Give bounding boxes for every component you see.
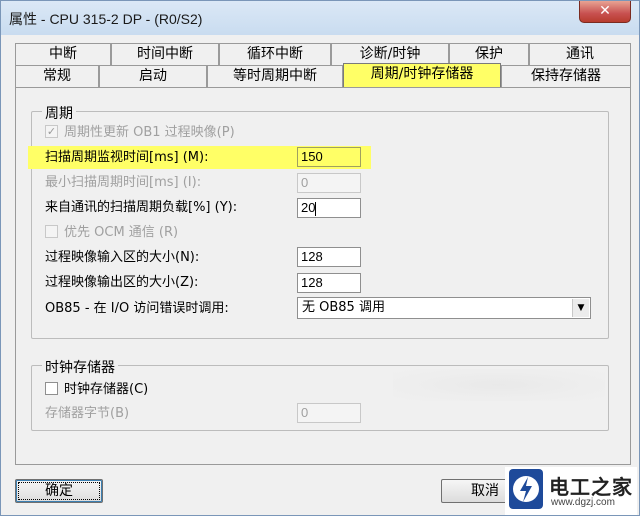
tab-cyclic-interrupts[interactable]: 循环中断: [219, 43, 331, 65]
memory-byte-input[interactable]: 0: [297, 403, 361, 423]
ob85-select[interactable]: 无 OB85 调用 ▼: [297, 297, 591, 319]
comm-load-value: 20: [301, 200, 316, 215]
clock-memory-label: 时钟存储器(C): [64, 382, 149, 397]
blurred-region: [393, 369, 605, 401]
window-title: 属性 - CPU 315-2 DP - (R0/S2): [9, 11, 203, 27]
clock-memory-checkbox[interactable]: [45, 382, 58, 395]
text-caret: [315, 201, 317, 216]
scan-monitor-label: 扫描周期监视时间[ms] (M):: [45, 150, 209, 165]
watermark-url: www.dgzj.com: [551, 497, 615, 508]
clock-memory-row: 时钟存储器(C): [45, 380, 148, 400]
lightning-icon: [509, 469, 543, 509]
ob85-selected-value: 无 OB85 调用: [302, 300, 385, 315]
tab-cycle-clock-memory[interactable]: 周期/时钟存储器: [343, 63, 501, 88]
min-scan-input[interactable]: 0: [297, 173, 361, 193]
ok-button[interactable]: 确定: [15, 479, 103, 503]
memory-byte-label: 存储器字节(B): [45, 406, 130, 421]
cycle-group-title: 周期: [42, 103, 76, 123]
tab-time-of-day-interrupts[interactable]: 时间中断: [111, 43, 219, 65]
priority-ocm-label: 优先 OCM 通信 (R): [64, 225, 179, 240]
tab-strip: 中断 时间中断 循环中断 诊断/时钟 保护 通讯 常规 启动 等时周期中断 周期…: [15, 43, 631, 91]
tab-interrupts[interactable]: 中断: [15, 43, 111, 65]
tab-diagnostics-clock[interactable]: 诊断/时钟: [331, 43, 449, 65]
comm-load-label: 来自通讯的扫描周期负载[%] (Y):: [45, 200, 238, 215]
pi-output-size-input[interactable]: 128: [297, 273, 361, 293]
close-button[interactable]: ✕: [579, 1, 631, 23]
pi-input-label: 过程映像输入区的大小(N):: [45, 250, 200, 265]
properties-dialog: 属性 - CPU 315-2 DP - (R0/S2) ✕ 中断 时间中断 循环…: [0, 0, 640, 516]
priority-ocm-row: 优先 OCM 通信 (R): [45, 223, 178, 243]
priority-ocm-checkbox[interactable]: [45, 225, 58, 238]
tab-synchronous-cycle-interrupts[interactable]: 等时周期中断: [207, 65, 343, 87]
tab-communication[interactable]: 通讯: [529, 43, 631, 65]
tab-protection[interactable]: 保护: [449, 43, 529, 65]
periodic-update-row: ✓ 周期性更新 OB1 过程映像(P): [45, 123, 235, 143]
comm-load-input[interactable]: 20: [297, 198, 361, 218]
watermark-title: 电工之家: [549, 475, 633, 499]
tab-general[interactable]: 常规: [15, 65, 99, 87]
periodic-update-checkbox[interactable]: ✓: [45, 125, 58, 138]
scan-monitor-input[interactable]: 150: [297, 147, 361, 167]
tab-startup[interactable]: 启动: [99, 65, 207, 87]
pi-output-label: 过程映像输出区的大小(Z):: [45, 275, 199, 290]
chevron-down-icon[interactable]: ▼: [572, 299, 589, 317]
title-bar: 属性 - CPU 315-2 DP - (R0/S2) ✕: [1, 1, 639, 35]
pi-input-size-input[interactable]: 128: [297, 247, 361, 267]
clock-memory-group-title: 时钟存储器: [42, 357, 118, 377]
periodic-update-label: 周期性更新 OB1 过程映像(P): [64, 125, 235, 140]
watermark-logo: 电工之家 www.dgzj.com: [505, 467, 637, 515]
ob85-label: OB85 - 在 I/O 访问错误时调用:: [45, 301, 229, 316]
tab-retentive-memory[interactable]: 保持存储器: [501, 65, 631, 87]
min-scan-label: 最小扫描周期时间[ms] (I):: [45, 175, 202, 190]
